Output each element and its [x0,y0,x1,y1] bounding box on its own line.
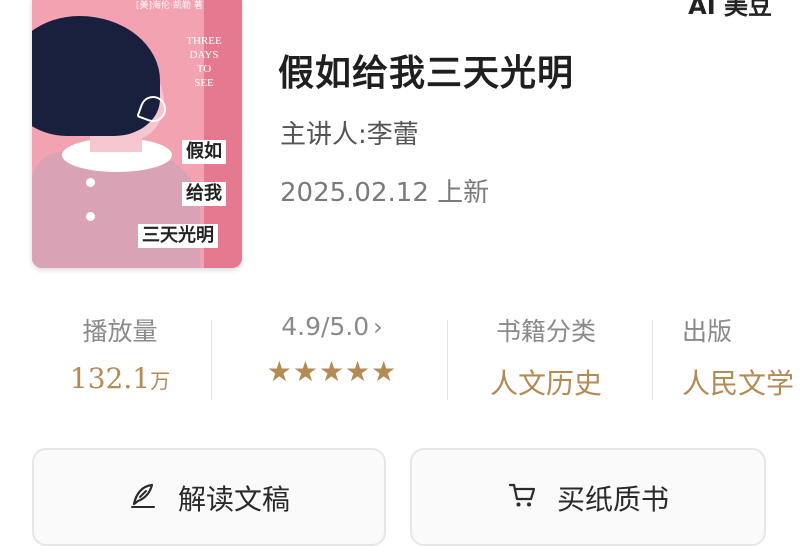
read-transcript-button[interactable]: 解读文稿 [32,448,386,546]
rating-label[interactable]: 4.9/5.0 › [236,312,428,341]
plays-unit: 万 [150,369,171,393]
cover-author: [美]海伦·凯勒 著 [136,1,203,11]
shopping-cart-icon [508,483,536,507]
cover-dress-button [86,212,95,221]
stat-rating[interactable]: 4.9/5.0 › ★★★★★ [236,312,428,388]
brand-logo: AI 美豆 [688,0,772,20]
plays-label: 播放量 [82,317,158,346]
rating-text: 4.9/5.0 [281,312,370,341]
cover-chinese-title-line: 三天光明 [138,224,218,248]
cover-chinese-title-line: 给我 [182,182,226,206]
divider [652,320,653,400]
chevron-right-icon: › [373,313,383,341]
category-value[interactable]: 人文历史 [466,362,626,402]
buy-paper-book-label: 买纸质书 [556,483,669,516]
cover-english-title: THREE DAYS TO SEE [174,34,234,90]
cover-dress-button [86,178,95,187]
cover-english-word: THREE [186,35,222,47]
stats-row: 播放量 132.1万 4.9/5.0 › ★★★★★ 书籍分类 人文历史 出版 人… [0,312,800,408]
book-cover[interactable]: [美]海伦·凯勒 著 THREE DAYS TO SEE 假如 给我 三天光明 [32,0,242,268]
cover-english-word: TO [196,63,212,75]
quill-pen-icon [130,483,155,508]
publisher-value[interactable]: 人民文学 [682,362,800,402]
book-title: 假如给我三天光明 [278,53,575,94]
buy-paper-book-button[interactable]: 买纸质书 [410,448,766,546]
release-date: 2025.02.12 上新 [280,178,490,208]
stat-plays: 播放量 132.1万 [52,312,188,395]
publisher-label: 出版 [682,317,733,346]
divider [211,320,212,400]
read-transcript-label: 解读文稿 [177,483,290,516]
cover-english-word: SEE [194,77,214,89]
plays-number: 132.1 [69,362,151,395]
cover-chinese-title-line: 假如 [182,140,226,164]
plays-value: 132.1万 [52,362,188,395]
cover-english-word: DAYS [189,49,219,61]
stat-publisher[interactable]: 出版 人民文学 [682,312,800,402]
rating-stars: ★★★★★ [266,355,398,388]
speaker[interactable]: 主讲人:李蕾 [280,114,419,151]
category-label: 书籍分类 [495,317,596,346]
divider [447,320,448,400]
stat-category[interactable]: 书籍分类 人文历史 [466,312,626,402]
